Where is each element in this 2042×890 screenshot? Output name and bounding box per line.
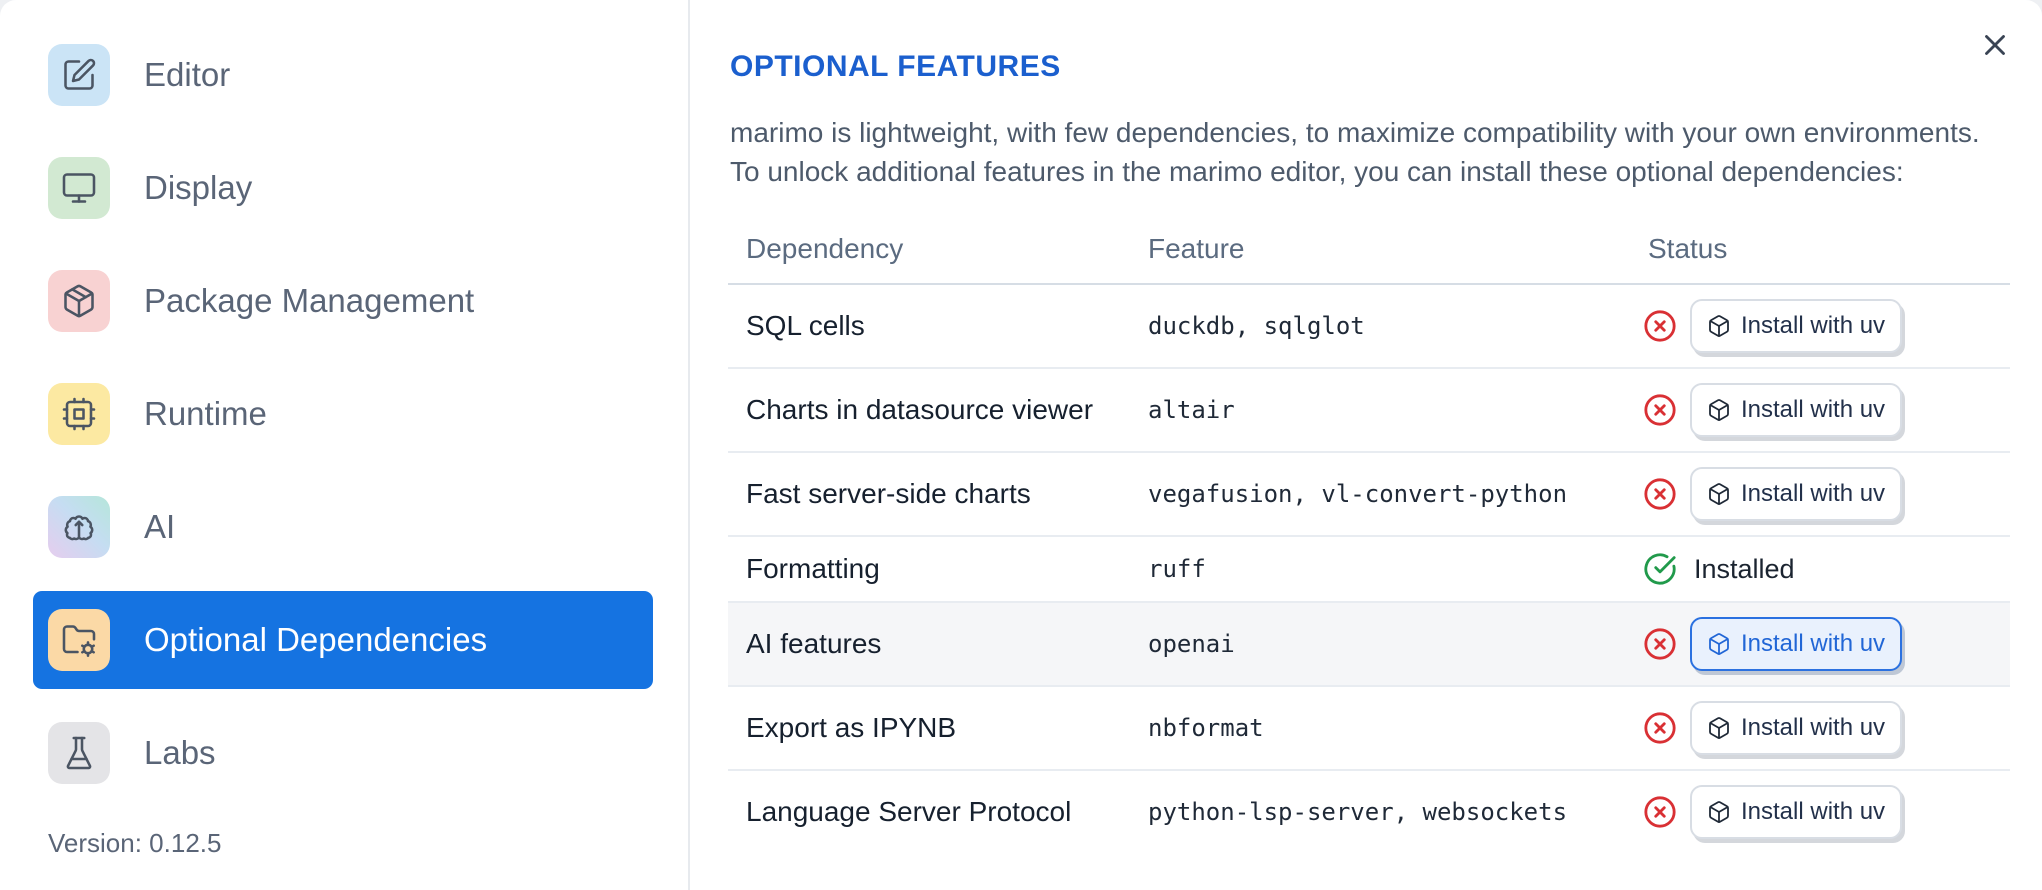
- status-cell: Install with uv: [1642, 383, 2010, 437]
- version-label: Version: 0.12.5: [48, 828, 222, 858]
- install-button-label: Install with uv: [1741, 798, 1886, 825]
- install-with-uv-button[interactable]: Install with uv: [1690, 299, 1903, 353]
- description-line: To unlock additional features in the mar…: [730, 156, 1904, 187]
- status-missing-icon: [1642, 392, 1678, 428]
- install-with-uv-button[interactable]: Install with uv: [1690, 701, 1903, 755]
- table-row: Language Server Protocol python-lsp-serv…: [728, 771, 2010, 853]
- feature-cell: openai: [1148, 630, 1235, 658]
- table-row: Charts in datasource viewer altair Insta…: [728, 369, 2010, 453]
- sidebar-item-label: Display: [144, 169, 253, 206]
- status-cell: Install with uv: [1642, 701, 2010, 755]
- status-missing-icon: [1642, 476, 1678, 512]
- install-button-label: Install with uv: [1741, 312, 1886, 339]
- status-cell: Installed: [1642, 551, 2010, 587]
- dependency-cell: AI features: [746, 628, 882, 659]
- feature-cell: python-lsp-server, websockets: [1148, 798, 1568, 826]
- page-title: OPTIONAL FEATURES: [730, 50, 1061, 83]
- close-icon: [1985, 35, 2005, 55]
- sidebar-item-labs[interactable]: Labs: [33, 704, 653, 802]
- install-button-label: Install with uv: [1741, 630, 1886, 657]
- sidebar-item-optional-dependencies[interactable]: Optional Dependencies: [33, 591, 653, 689]
- feature-cell: nbformat: [1148, 714, 1264, 742]
- status-missing-icon: [1642, 308, 1678, 344]
- dependency-cell: Fast server-side charts: [746, 478, 1031, 509]
- status-missing-icon: [1642, 794, 1678, 830]
- feature-cell: duckdb, sqlglot: [1148, 312, 1365, 340]
- table-row: SQL cells duckdb, sqlglot Install with u…: [728, 285, 2010, 369]
- dependency-cell: Formatting: [746, 553, 880, 584]
- installed-label: Installed: [1694, 553, 1795, 584]
- column-header-dependency: Dependency: [746, 233, 904, 264]
- sidebar-item-label: AI: [144, 508, 176, 545]
- dependency-cell: Language Server Protocol: [746, 796, 1072, 827]
- box-icon: [1709, 399, 1729, 421]
- sidebar-nav: Editor Display Package Management Runtim…: [33, 26, 653, 817]
- box-icon: [1709, 801, 1729, 823]
- sidebar-item-package-management[interactable]: Package Management: [33, 252, 653, 350]
- status-installed-icon: [1642, 551, 1678, 587]
- optional-features-table: Dependency Feature Status SQL cells duck…: [728, 215, 2010, 853]
- feature-cell: altair: [1148, 396, 1235, 424]
- column-header-status: Status: [1648, 233, 1728, 264]
- install-with-uv-button[interactable]: Install with uv: [1690, 617, 1903, 671]
- dependency-cell: SQL cells: [746, 310, 865, 341]
- sidebar-item-display[interactable]: Display: [33, 139, 653, 237]
- status-missing-icon: [1642, 710, 1678, 746]
- table-row: Export as IPYNB nbformat Install with uv: [728, 687, 2010, 771]
- dependency-cell: Charts in datasource viewer: [746, 394, 1094, 425]
- package-icon: [48, 270, 110, 332]
- box-icon: [1709, 633, 1729, 655]
- box-icon: [1709, 717, 1729, 739]
- table-body: SQL cells duckdb, sqlglot Install with u…: [728, 285, 2010, 853]
- status-missing-icon: [1642, 626, 1678, 662]
- brain-icon: [48, 496, 110, 558]
- monitor-icon: [48, 157, 110, 219]
- install-button-label: Install with uv: [1741, 396, 1886, 423]
- dependency-cell: Export as IPYNB: [746, 712, 957, 743]
- sidebar-item-label: Optional Dependencies: [144, 621, 488, 658]
- square-pen-icon: [48, 44, 110, 106]
- table-row: Fast server-side charts vegafusion, vl-c…: [728, 453, 2010, 537]
- status-cell: Install with uv: [1642, 785, 2010, 839]
- sidebar-item-ai[interactable]: AI: [33, 478, 653, 576]
- folder-cog-icon: [48, 609, 110, 671]
- table-header-row: Dependency Feature Status: [728, 215, 2010, 285]
- sidebar-item-label: Editor: [144, 56, 231, 93]
- box-icon: [1709, 483, 1729, 505]
- column-header-feature: Feature: [1148, 233, 1245, 264]
- optional-features-panel: OPTIONAL FEATURES marimo is lightweight,…: [690, 0, 2042, 890]
- sidebar-item-label: Labs: [144, 734, 216, 771]
- settings-dialog: Editor Display Package Management Runtim…: [0, 0, 2042, 890]
- cpu-icon: [48, 383, 110, 445]
- sidebar-item-label: Runtime: [144, 395, 267, 432]
- table-row: AI features openai Install with uv: [728, 603, 2010, 687]
- status-cell: Install with uv: [1642, 617, 2010, 671]
- install-with-uv-button[interactable]: Install with uv: [1690, 785, 1903, 839]
- sidebar-item-label: Package Management: [144, 282, 475, 319]
- box-icon: [1709, 315, 1729, 337]
- install-with-uv-button[interactable]: Install with uv: [1690, 383, 1903, 437]
- sidebar-item-runtime[interactable]: Runtime: [33, 365, 653, 463]
- panel-description: marimo is lightweight, with few dependen…: [730, 113, 1980, 191]
- install-button-label: Install with uv: [1741, 480, 1886, 507]
- status-cell: Install with uv: [1642, 467, 2010, 521]
- status-cell: Install with uv: [1642, 299, 2010, 353]
- feature-cell: ruff: [1148, 555, 1206, 583]
- sidebar-item-editor[interactable]: Editor: [33, 26, 653, 124]
- close-button[interactable]: [1974, 24, 2016, 66]
- table-row: Formatting ruff Installed: [728, 537, 2010, 603]
- install-button-label: Install with uv: [1741, 714, 1886, 741]
- description-line: marimo is lightweight, with few dependen…: [730, 117, 1980, 148]
- feature-cell: vegafusion, vl-convert-python: [1148, 480, 1568, 508]
- settings-sidebar: Editor Display Package Management Runtim…: [0, 0, 690, 890]
- install-with-uv-button[interactable]: Install with uv: [1690, 467, 1903, 521]
- flask-icon: [48, 722, 110, 784]
